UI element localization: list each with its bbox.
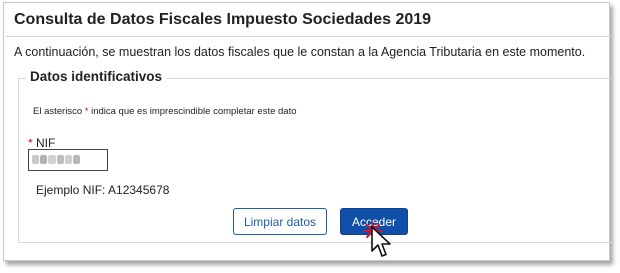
fieldset-legend: Datos identificativos [26, 69, 167, 84]
page-title: Consulta de Datos Fiscales Impuesto Soci… [14, 11, 432, 28]
nif-required-asterisk: * [28, 136, 33, 150]
nif-label: * NIF [28, 136, 55, 150]
nif-example: Ejemplo NIF: A12345678 [36, 183, 170, 197]
clear-button[interactable]: Limpiar datos [233, 208, 327, 235]
required-note: El asterisco * indica que es imprescindi… [33, 106, 297, 117]
required-note-before: El asterisco [33, 106, 83, 117]
required-note-after: indica que es imprescindible completar e… [91, 106, 297, 117]
mouse-pointer-icon [371, 226, 391, 257]
title-divider [6, 36, 611, 37]
nif-input[interactable] [28, 149, 108, 171]
nif-label-text: NIF [36, 136, 56, 150]
intro-text: A continuación, se muestran los datos fi… [14, 45, 586, 59]
required-asterisk: * [84, 106, 89, 117]
